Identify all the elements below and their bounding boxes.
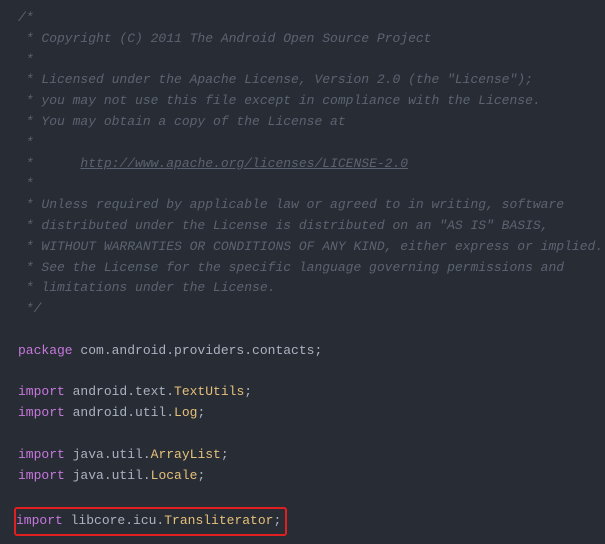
comment-line: * xyxy=(18,174,605,195)
highlight-box: import libcore.icu.Transliterator; xyxy=(14,507,287,536)
import-statement: import android.text.TextUtils; xyxy=(18,382,605,403)
blank-line xyxy=(18,424,605,445)
comment-line: * WITHOUT WARRANTIES OR CONDITIONS OF AN… xyxy=(18,237,605,258)
comment-line: * Unless required by applicable law or a… xyxy=(18,195,605,216)
comment-line: * Copyright (C) 2011 The Android Open So… xyxy=(18,29,605,50)
comment-line: */ xyxy=(18,299,605,320)
comment-line: * you may not use this file except in co… xyxy=(18,91,605,112)
comment-line: /* xyxy=(18,8,605,29)
import-statement: import android.util.Log; xyxy=(18,403,605,424)
comment-line: * Licensed under the Apache License, Ver… xyxy=(18,70,605,91)
blank-line xyxy=(18,320,605,341)
import-statement: import java.util.Locale; xyxy=(18,466,605,487)
comment-line: * See the License for the specific langu… xyxy=(18,258,605,279)
comment-line: * limitations under the License. xyxy=(18,278,605,299)
comment-line: * distributed under the License is distr… xyxy=(18,216,605,237)
highlighted-import: import libcore.icu.Transliterator; xyxy=(18,507,605,536)
comment-line: * http://www.apache.org/licenses/LICENSE… xyxy=(18,154,605,175)
blank-line xyxy=(18,486,605,507)
blank-line xyxy=(18,362,605,383)
comment-line: * xyxy=(18,133,605,154)
license-url: http://www.apache.org/licenses/LICENSE-2… xyxy=(80,156,408,171)
code-block: /* * Copyright (C) 2011 The Android Open… xyxy=(0,0,605,544)
import-statement: import java.util.ArrayList; xyxy=(18,445,605,466)
package-declaration: package com.android.providers.contacts; xyxy=(18,341,605,362)
comment-line: * You may obtain a copy of the License a… xyxy=(18,112,605,133)
comment-line: * xyxy=(18,50,605,71)
